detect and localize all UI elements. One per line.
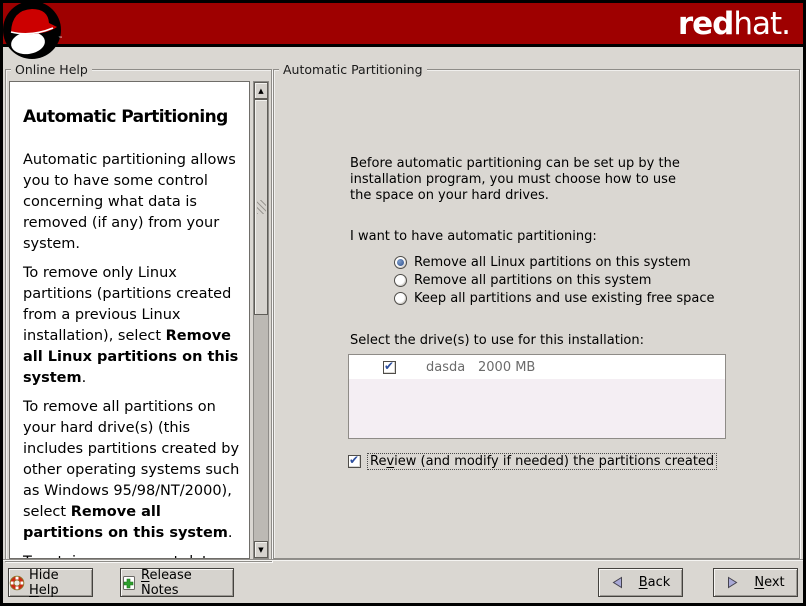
automatic-partitioning-frame-title: Automatic Partitioning [279, 62, 427, 77]
scrollbar-down-button[interactable]: ▼ [254, 541, 268, 558]
next-label-mnemonic: N [754, 575, 764, 590]
back-label: Back [639, 575, 671, 590]
question-label: I want to have automatic partitioning: [350, 229, 597, 244]
life-preserver-icon [9, 575, 25, 591]
hide-help-label-pre: Hide [29, 568, 59, 583]
next-button[interactable]: Next [713, 568, 798, 597]
next-arrow-icon [726, 576, 739, 589]
release-notes-icon [121, 575, 137, 591]
release-notes-label-post: elease Notes [141, 568, 192, 598]
hide-help-label-mnemonic: H [29, 583, 39, 598]
radio-option[interactable]: Keep all partitions and use existing fre… [394, 289, 714, 307]
drive-name: dasda [426, 360, 468, 375]
redhat-shadowman-logo-icon: ™ [3, 3, 65, 63]
help-paragraph: To retain your current data and [23, 552, 245, 559]
help-heading: Automatic Partitioning [23, 104, 245, 130]
back-label-post: ack [648, 575, 671, 590]
help-scrollbar[interactable]: ▲ ▼ [253, 81, 269, 559]
help-paragraphs: Automatic partitioning allows you to hav… [23, 150, 245, 559]
radio-option[interactable]: Remove all partitions on this system [394, 271, 714, 289]
drive-list: dasda 2000 MB [348, 354, 726, 439]
radio-label: Keep all partitions and use existing fre… [414, 291, 714, 306]
hide-help-label: Hide Help [29, 568, 92, 598]
radio-icon [394, 292, 407, 305]
review-checkbox-label: Review (and modify if needed) the partit… [367, 453, 717, 470]
release-notes-label: Release Notes [141, 568, 233, 598]
hide-help-button[interactable]: Hide Help [8, 568, 93, 597]
scrollbar-thumb[interactable] [254, 99, 268, 315]
brand-bold: red [678, 6, 734, 42]
help-paragraph: To remove all partitions on your hard dr… [23, 397, 245, 544]
help-content: Automatic Partitioning Automatic partiti… [10, 82, 249, 559]
drive-checkbox[interactable] [383, 361, 396, 374]
drive-row[interactable]: dasda 2000 MB [349, 355, 725, 379]
intro-text: Before automatic partitioning can be set… [350, 156, 682, 204]
radio-icon [394, 256, 407, 269]
installer-window: redhat. ™ Online Help Automatic Partitio… [3, 3, 803, 603]
radio-option[interactable]: Remove all Linux partitions on this syst… [394, 253, 714, 271]
help-paragraph: To remove only Linux partitions (partiti… [23, 263, 245, 389]
review-label-pre: Re [370, 454, 386, 469]
help-text-viewport[interactable]: Automatic Partitioning Automatic partiti… [9, 81, 250, 559]
review-checkbox-row[interactable]: Review (and modify if needed) the partit… [348, 453, 717, 470]
release-notes-button[interactable]: Release Notes [120, 568, 234, 597]
back-button[interactable]: Back [598, 568, 683, 597]
radio-icon [394, 274, 407, 287]
review-label-mnemonic: v [386, 454, 394, 469]
drive-size: 2000 MB [478, 360, 535, 375]
radio-label: Remove all Linux partitions on this syst… [414, 255, 691, 270]
hide-help-label-post: elp [39, 583, 59, 598]
help-paragraph: Automatic partitioning allows you to hav… [23, 150, 245, 255]
redhat-wordmark: redhat. [678, 4, 790, 44]
auto-partitioning-options: Remove all Linux partitions on this syst… [394, 253, 714, 307]
back-label-mnemonic: B [639, 575, 648, 590]
scroll-up-arrow-icon: ▲ [258, 87, 263, 95]
svg-text:™: ™ [58, 36, 63, 42]
scrollbar-up-button[interactable]: ▲ [254, 82, 268, 99]
online-help-frame: Online Help Automatic Partitioning Autom… [5, 69, 272, 562]
footer-separator [3, 559, 803, 561]
next-label-post: ext [764, 575, 785, 590]
review-checkbox[interactable] [348, 455, 361, 468]
brand-regular: hat [733, 6, 781, 42]
scroll-down-arrow-icon: ▼ [258, 546, 263, 554]
brand-period: . [781, 6, 790, 42]
header-banner: redhat. [3, 3, 803, 47]
back-arrow-icon [611, 576, 624, 589]
next-label: Next [754, 575, 784, 590]
review-label-post: iew (and modify if needed) the partition… [394, 454, 714, 469]
radio-label: Remove all partitions on this system [414, 273, 651, 288]
drive-select-label: Select the drive(s) to use for this inst… [350, 333, 644, 348]
automatic-partitioning-frame: Automatic Partitioning Before automatic … [273, 69, 800, 559]
online-help-frame-title: Online Help [11, 62, 92, 77]
